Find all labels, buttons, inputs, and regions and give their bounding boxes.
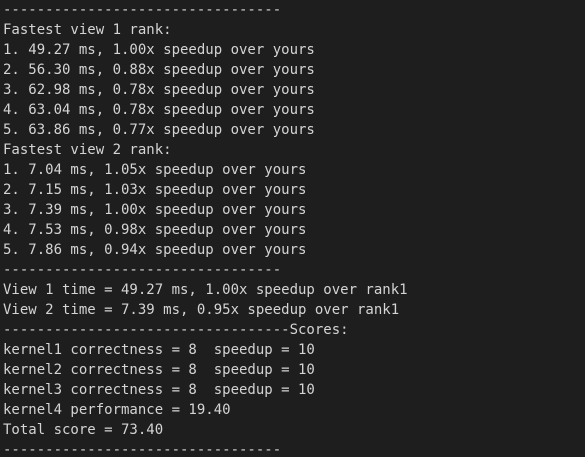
view2-rank-entry: 3. 7.39 ms, 1.00x speedup over yours (3, 202, 307, 218)
view1-rank-entry: 5. 63.86 ms, 0.77x speedup over yours (3, 122, 315, 138)
separator-line: --------------------------------- (3, 442, 282, 457)
terminal-lines: --------------------------------- Fastes… (3, 0, 408, 457)
kernel-score-line: kernel3 correctness = 8 speedup = 10 (3, 382, 315, 398)
view2-rank-heading: Fastest view 2 rank: (3, 142, 172, 158)
kernel-performance-line: kernel4 performance = 19.40 (3, 402, 231, 418)
view1-rank-entry: 3. 62.98 ms, 0.78x speedup over yours (3, 82, 315, 98)
total-score-line: Total score = 73.40 (3, 422, 164, 438)
terminal-output-panel: --------------------------------- Fastes… (0, 0, 585, 457)
view2-time-summary: View 2 time = 7.39 ms, 0.95x speedup ove… (3, 302, 400, 318)
kernel-score-line: kernel1 correctness = 8 speedup = 10 (3, 342, 315, 358)
separator-line: --------------------------------- (3, 262, 282, 278)
view1-rank-entry: 1. 49.27 ms, 1.00x speedup over yours (3, 42, 315, 58)
view1-rank-entry: 2. 56.30 ms, 0.88x speedup over yours (3, 62, 315, 78)
view1-rank-heading: Fastest view 1 rank: (3, 22, 172, 38)
kernel-score-line: kernel2 correctness = 8 speedup = 10 (3, 362, 315, 378)
view2-rank-entry: 4. 7.53 ms, 0.98x speedup over yours (3, 222, 307, 238)
scores-separator: ----------------------------------Scores… (3, 322, 349, 338)
separator-line: --------------------------------- (3, 2, 282, 18)
view1-rank-entry: 4. 63.04 ms, 0.78x speedup over yours (3, 102, 315, 118)
view2-rank-entry: 2. 7.15 ms, 1.03x speedup over yours (3, 182, 307, 198)
view2-rank-entry: 5. 7.86 ms, 0.94x speedup over yours (3, 242, 307, 258)
view2-rank-entry: 1. 7.04 ms, 1.05x speedup over yours (3, 162, 307, 178)
view1-time-summary: View 1 time = 49.27 ms, 1.00x speedup ov… (3, 282, 408, 298)
